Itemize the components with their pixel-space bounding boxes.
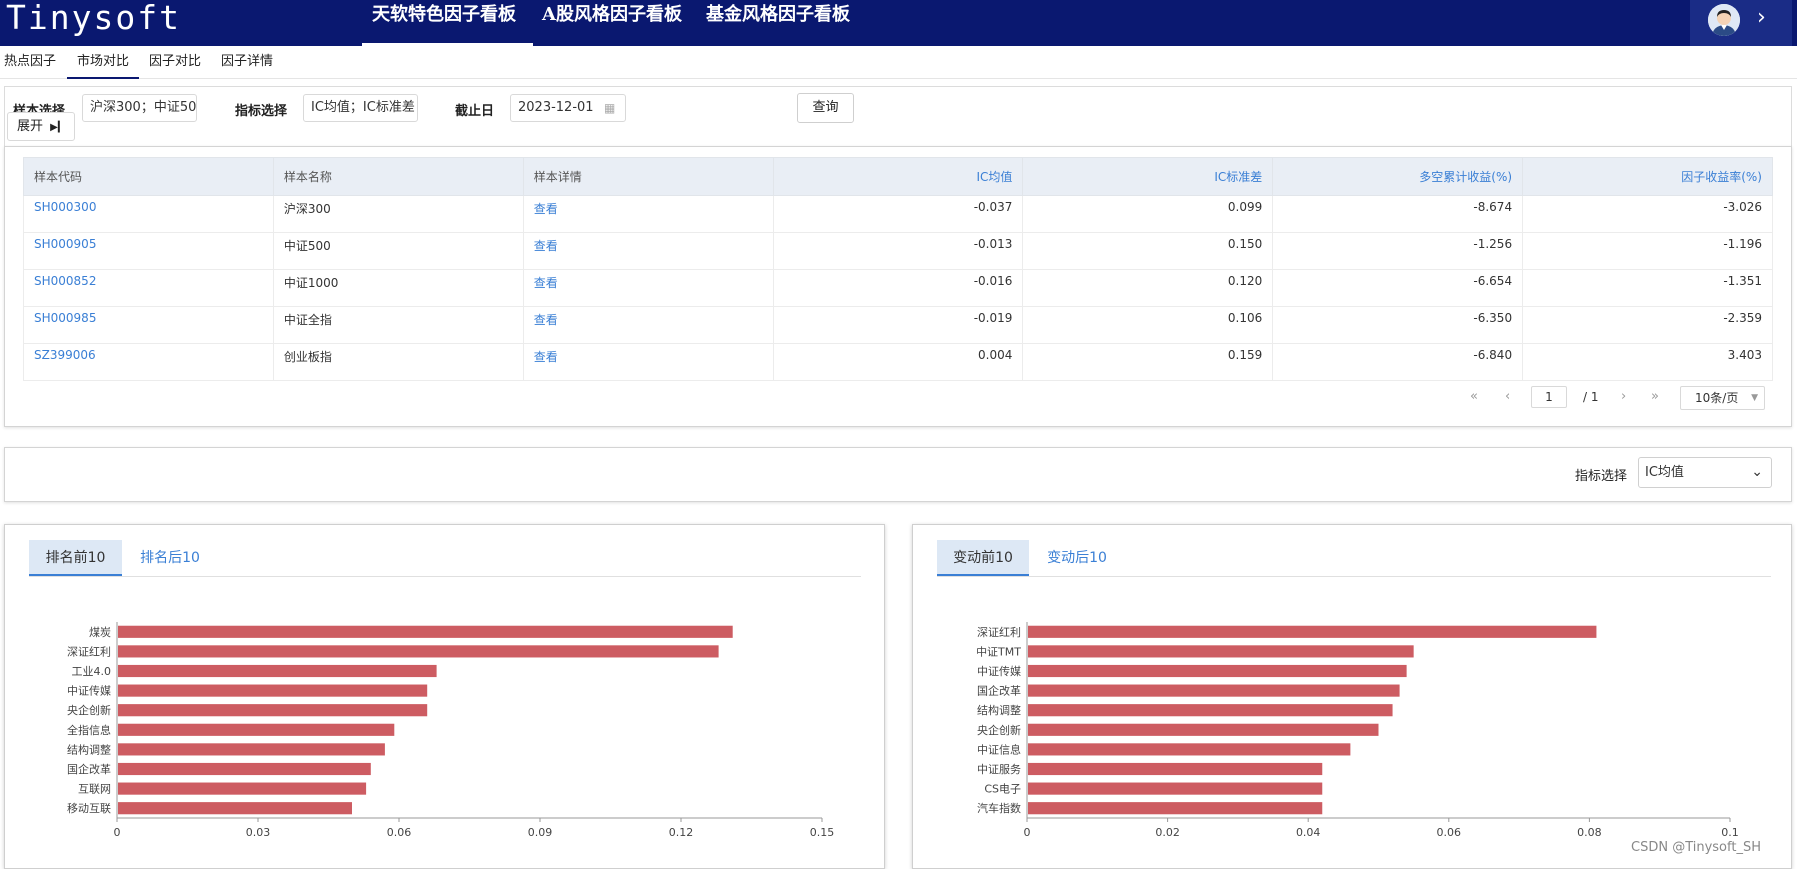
bar [1028, 664, 1407, 678]
bar [1028, 743, 1351, 756]
category-label: 深证红利 [977, 626, 1021, 639]
bar [1028, 704, 1393, 717]
category-label: 国企改革 [977, 684, 1021, 698]
app-root: Tinysoft 天软特色因子看板 A股风格因子看板 基金风格因子看板 › 热点… [0, 0, 1797, 869]
bar [1028, 625, 1597, 638]
category-label: 汽车指数 [977, 801, 1021, 815]
x-tick-label: 0 [1024, 826, 1031, 839]
right-bar-chart: 0 0.02 0.04 0.06 0.08 0.1 深证红利中证TMT 中证传媒国企改革结构调… [976, 622, 1739, 839]
bar [1028, 723, 1379, 736]
bar [1028, 684, 1400, 697]
category-label: 中证传媒 [977, 665, 1021, 678]
category-label: 中证服务 [977, 763, 1021, 776]
bar [1028, 782, 1323, 795]
watermark: CSDN @Tinysoft_SH [1631, 840, 1761, 855]
category-label: 中证信息 [977, 742, 1021, 756]
x-tick-label: 0.02 [1155, 826, 1180, 839]
category-label: 中证TMT [976, 645, 1021, 658]
category-label: 央企创新 [977, 723, 1021, 737]
x-tick-label: 0.04 [1296, 826, 1321, 839]
bar [1028, 645, 1414, 658]
category-label: 结构调整 [977, 703, 1021, 717]
x-tick-label: 0.06 [1437, 826, 1462, 839]
x-tick-label: 0.1 [1721, 826, 1739, 839]
bar [1028, 762, 1323, 776]
x-tick-label: 0.08 [1577, 826, 1602, 839]
bar [1028, 802, 1323, 815]
category-label: CS电子 [984, 783, 1021, 796]
